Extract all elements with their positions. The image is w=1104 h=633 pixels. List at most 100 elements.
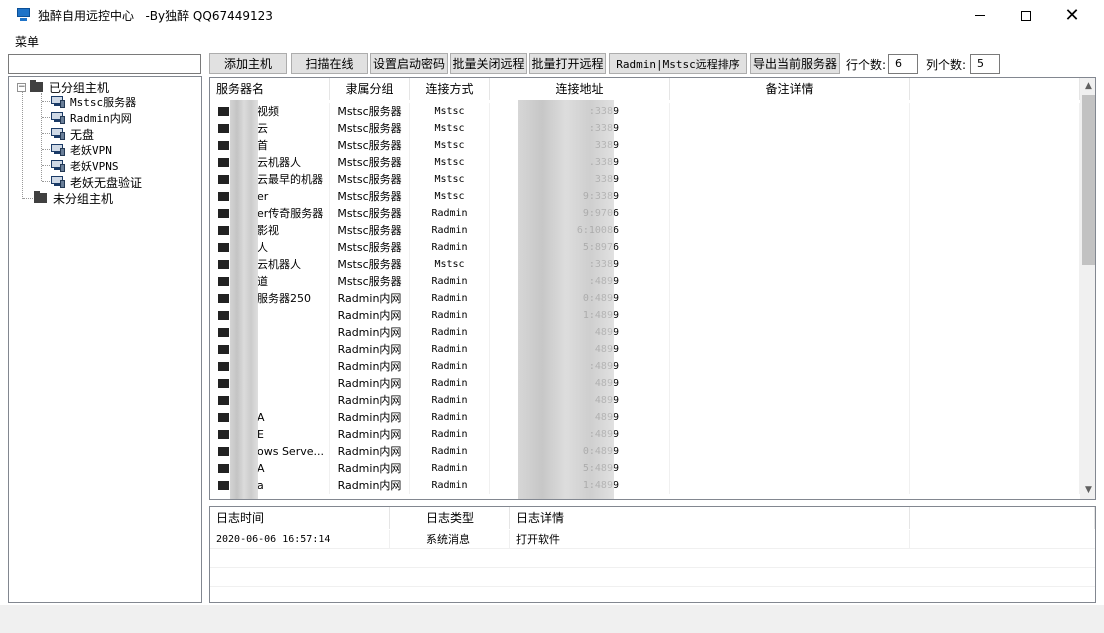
scroll-thumb[interactable] (1082, 95, 1095, 265)
add-host-button[interactable]: 添加主机 (209, 53, 287, 74)
tree-line (42, 165, 50, 166)
notes (670, 239, 910, 256)
connection-mode: Mstsc (410, 256, 490, 273)
table-row[interactable]: 视频Mstsc服务器Mstsc:3389 (210, 103, 1080, 120)
batch-open-remote-button[interactable]: 批量打开远程 (529, 53, 606, 74)
table-row[interactable]: Radmin内网Radmin4899 (210, 392, 1080, 409)
table-row[interactable]: 云机器人Mstsc服务器Mstsc.3389 (210, 154, 1080, 171)
redaction-blur (518, 100, 614, 499)
collapse-icon[interactable]: − (17, 82, 26, 92)
notes (670, 307, 910, 324)
log-type: 系统消息 (420, 530, 510, 549)
server-name: 首 (210, 137, 330, 154)
table-row[interactable]: 服务器250Radmin内网Radmin0:4899 (210, 290, 1080, 307)
server-group: Mstsc服务器 (330, 205, 410, 222)
blank-cell (910, 443, 1080, 460)
export-servers-button[interactable]: 导出当前服务器 (750, 53, 840, 74)
set-boot-password-button[interactable]: 设置启动密码 (370, 53, 448, 74)
folder-icon (34, 191, 47, 203)
blank-cell (910, 137, 1080, 154)
maximize-button[interactable] (1003, 0, 1049, 31)
blank-cell (910, 171, 1080, 188)
menu-main[interactable]: 菜单 (15, 33, 39, 50)
tree-node-group[interactable]: 无盘 (51, 126, 94, 142)
notes (670, 103, 910, 120)
table-row[interactable]: aRadmin内网Radmin1:4899 (210, 477, 1080, 494)
tree-node-group[interactable]: 老妖VPNS (51, 158, 119, 174)
table-row[interactable]: ERadmin内网Radmin:4899 (210, 426, 1080, 443)
server-name-text: E (257, 428, 264, 441)
sort-remote-button[interactable]: Radmin|Mstsc远程排序 (609, 53, 747, 74)
notes (670, 358, 910, 375)
scan-online-button[interactable]: 扫描在线 (291, 53, 368, 74)
column-header-notes[interactable]: 备注详情 (670, 78, 910, 100)
table-row[interactable]: ows Serve...Radmin内网Radmin0:4899 (210, 443, 1080, 460)
table-row[interactable]: Radmin内网Radmin:4899 (210, 358, 1080, 375)
table-row[interactable]: 云机器人Mstsc服务器Mstsc:3389 (210, 256, 1080, 273)
server-group: Radmin内网 (330, 375, 410, 392)
computer-icon (218, 140, 229, 150)
table-row[interactable]: ARadmin内网Radmin5:4899 (210, 460, 1080, 477)
computer-icon (218, 123, 229, 133)
log-column-time[interactable]: 日志时间 (210, 507, 390, 529)
server-name: 影视 (210, 222, 330, 239)
tree-search-input[interactable] (8, 54, 201, 74)
column-header-name[interactable]: 服务器名 (210, 78, 330, 100)
table-row[interactable]: er传奇服务器Mstsc服务器Radmin9:9706 (210, 205, 1080, 222)
column-header-address[interactable]: 连接地址 (490, 78, 670, 100)
menu-bar: 菜单 (0, 31, 1104, 51)
table-row[interactable]: 云Mstsc服务器Mstsc:3389 (210, 120, 1080, 137)
blank-cell (910, 375, 1080, 392)
server-name-text: 影视 (257, 224, 279, 237)
connection-mode: Radmin (410, 290, 490, 307)
server-group: Mstsc服务器 (330, 137, 410, 154)
tree-node-group[interactable]: 老妖VPN (51, 142, 112, 158)
log-row[interactable]: 2020-06-06 16:57:14 系统消息 打开软件 (210, 530, 1095, 549)
connection-mode: Mstsc (410, 120, 490, 137)
tree-node-group[interactable]: Radmin内网 (51, 110, 132, 126)
notes (670, 256, 910, 273)
table-row[interactable]: Radmin内网Radmin1:4899 (210, 307, 1080, 324)
window-title: 独醉自用远控中心 -By独醉 QQ67449123 (38, 9, 273, 23)
table-row[interactable]: 首Mstsc服务器Mstsc3389 (210, 137, 1080, 154)
column-header-mode[interactable]: 连接方式 (410, 78, 490, 100)
server-name: 道 (210, 273, 330, 290)
column-header-group[interactable]: 隶属分组 (330, 78, 410, 100)
scroll-down-icon[interactable]: ▼ (1080, 482, 1095, 499)
table-row[interactable]: erMstsc服务器Mstsc9:3389 (210, 188, 1080, 205)
server-name-text: 首 (257, 139, 268, 152)
tree-line (42, 149, 50, 150)
log-column-type[interactable]: 日志类型 (420, 507, 510, 529)
tree-node-group[interactable]: 老妖无盘验证 (51, 174, 142, 190)
close-button[interactable]: ✕ (1049, 0, 1095, 31)
vertical-scrollbar[interactable]: ▲ ▼ (1080, 78, 1095, 499)
computer-icon (218, 106, 229, 116)
minimize-button[interactable] (957, 0, 1003, 31)
table-row[interactable]: Radmin内网Radmin4899 (210, 375, 1080, 392)
tree-line (41, 93, 42, 181)
cols-count-input[interactable]: 5 (970, 54, 1000, 74)
server-name: 云机器人 (210, 154, 330, 171)
server-group: Radmin内网 (330, 443, 410, 460)
server-name: 人 (210, 239, 330, 256)
log-column-detail[interactable]: 日志详情 (510, 507, 910, 529)
table-row[interactable]: 云最早的机器Mstsc服务器Mstsc3389 (210, 171, 1080, 188)
table-row[interactable]: 人Mstsc服务器Radmin5:8976 (210, 239, 1080, 256)
tree-node-group[interactable]: Mstsc服务器 (51, 94, 136, 110)
table-row[interactable]: ARadmin内网Radmin4899 (210, 409, 1080, 426)
log-column-blank (910, 507, 1095, 529)
tree-node-grouped[interactable]: − 已分组主机 (17, 79, 109, 95)
tree-node-ungrouped[interactable]: 未分组主机 (34, 190, 113, 206)
blank-cell (910, 120, 1080, 137)
table-row[interactable]: 道Mstsc服务器Radmin:4899 (210, 273, 1080, 290)
batch-close-remote-button[interactable]: 批量关闭远程 (450, 53, 527, 74)
blank-cell (910, 273, 1080, 290)
table-row[interactable]: Radmin内网Radmin4899 (210, 341, 1080, 358)
connection-mode: Radmin (410, 443, 490, 460)
rows-count-input[interactable]: 6 (888, 54, 918, 74)
table-row[interactable]: Radmin内网Radmin4899 (210, 324, 1080, 341)
computer-icon (51, 144, 65, 156)
scroll-up-icon[interactable]: ▲ (1080, 78, 1095, 95)
server-name-text: 视频 (257, 105, 279, 118)
table-row[interactable]: 影视Mstsc服务器Radmin6:10086 (210, 222, 1080, 239)
